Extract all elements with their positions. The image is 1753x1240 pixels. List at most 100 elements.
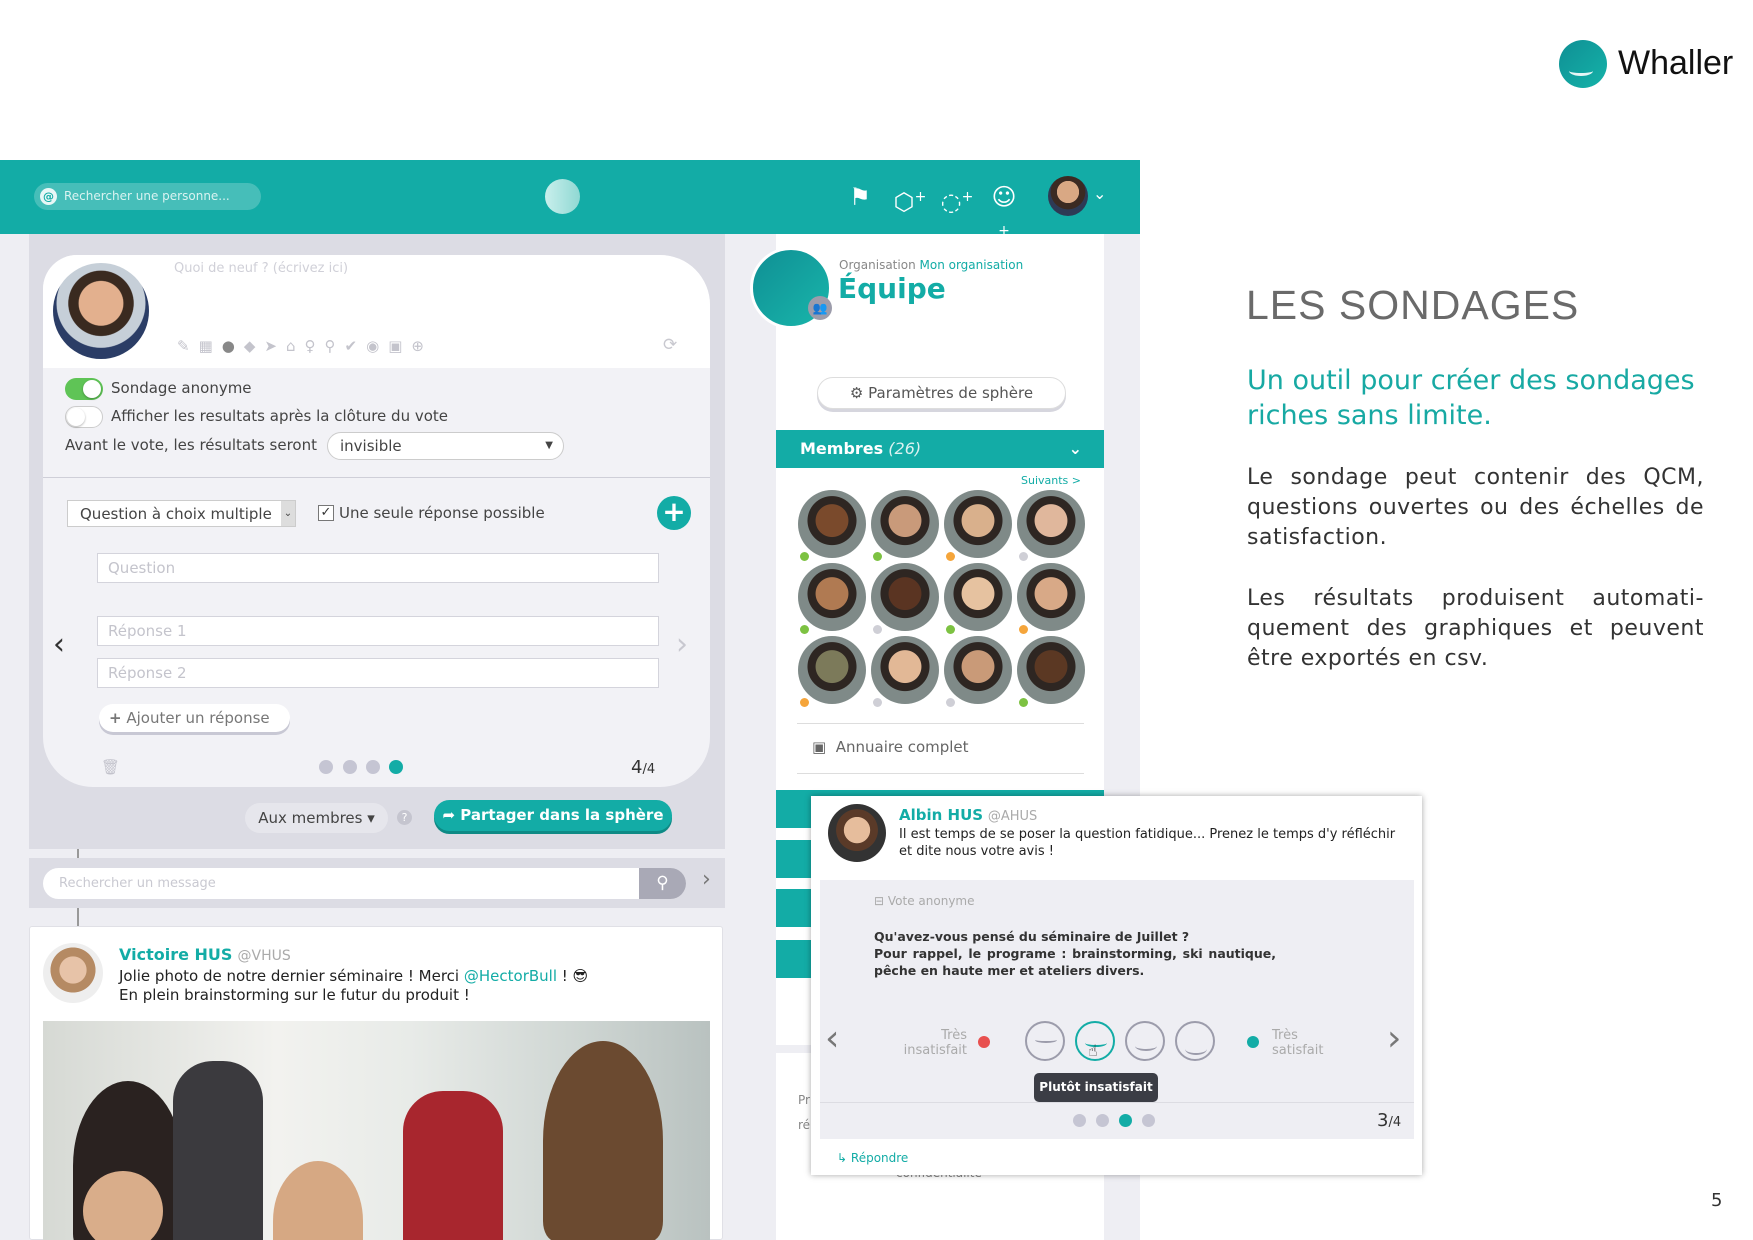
- satisfaction-face-icon[interactable]: [1175, 1021, 1215, 1061]
- page-current: 4: [631, 757, 643, 778]
- low-indicator-dot: [978, 1036, 990, 1048]
- message-search-input[interactable]: Rechercher un message ⚲: [43, 868, 686, 899]
- mention-link[interactable]: @HectorBull: [464, 967, 557, 985]
- page-dot[interactable]: [1096, 1114, 1109, 1127]
- member-avatar[interactable]: [1017, 563, 1085, 631]
- add-sphere-icon[interactable]: ⬡+: [893, 180, 927, 216]
- member-avatar[interactable]: [798, 490, 866, 558]
- chevron-left-icon[interactable]: ‹: [825, 1018, 839, 1059]
- presence-status-dot: [1019, 698, 1028, 707]
- question-input[interactable]: Question: [97, 553, 659, 583]
- member-avatar[interactable]: [798, 636, 866, 704]
- search-icon[interactable]: ⚲: [639, 868, 686, 899]
- markdown-icon[interactable]: ▣: [388, 337, 402, 355]
- member-avatar[interactable]: [871, 563, 939, 631]
- member-avatar[interactable]: [1017, 636, 1085, 704]
- directory-link[interactable]: ▣ Annuaire complet: [812, 738, 969, 756]
- trash-icon[interactable]: 🗑: [101, 758, 120, 776]
- chevron-down-icon[interactable]: ⌄: [1069, 430, 1082, 468]
- lower-card-text: ré: [798, 1118, 811, 1132]
- show-results-toggle[interactable]: [65, 406, 103, 428]
- post-text-line: En plein brainstorming sur le futur du p…: [119, 986, 470, 1004]
- audience-select[interactable]: Aux membres ▾: [245, 803, 388, 833]
- sphere-settings-button[interactable]: ⚙ Paramètres de sphère: [817, 377, 1066, 409]
- org-link[interactable]: Mon organisation: [920, 258, 1024, 272]
- answer-1-input[interactable]: Réponse 1: [97, 616, 659, 646]
- boxes-button[interactable]: [776, 889, 812, 927]
- member-avatar[interactable]: [1017, 490, 1085, 558]
- before-vote-label: Avant le vote, les résultats seront: [65, 436, 317, 454]
- add-conversation-icon[interactable]: ◌+: [940, 180, 974, 216]
- page-dot[interactable]: [1142, 1114, 1155, 1127]
- satisfaction-face-icon[interactable]: [1125, 1021, 1165, 1061]
- post-photo[interactable]: [43, 1021, 710, 1240]
- page-dot-active[interactable]: [1119, 1114, 1132, 1127]
- documents-button[interactable]: [776, 790, 812, 828]
- member-avatar[interactable]: [798, 563, 866, 631]
- member-avatar[interactable]: [871, 636, 939, 704]
- composer-placeholder: Quoi de neuf ? (écrivez ici): [174, 261, 349, 276]
- eye-icon[interactable]: ◉: [366, 337, 379, 355]
- share-button[interactable]: ➦ Partager dans la sphère: [434, 800, 672, 831]
- satisfaction-face-icon[interactable]: [1025, 1021, 1065, 1061]
- member-avatar[interactable]: [944, 490, 1012, 558]
- page-dot[interactable]: [343, 760, 357, 774]
- person-search-input[interactable]: @ Rechercher une personne...: [34, 183, 261, 210]
- poll-author-avatar[interactable]: [828, 804, 886, 862]
- member-avatar[interactable]: [944, 636, 1012, 704]
- calendar-icon[interactable]: ▦: [199, 337, 213, 355]
- page-total: /4: [642, 762, 656, 777]
- next-members-link[interactable]: Suivants >: [1021, 474, 1081, 487]
- calendar-button[interactable]: [776, 840, 812, 878]
- author-name[interactable]: Victoire HUS: [119, 945, 232, 964]
- home-icon[interactable]: ⌂: [286, 337, 296, 355]
- left-margin-bg: [0, 234, 29, 1240]
- tag-icon[interactable]: ◆: [244, 337, 256, 355]
- single-answer-checkbox[interactable]: ✓: [318, 505, 334, 521]
- add-question-button[interactable]: +: [657, 496, 691, 530]
- question-type-select[interactable]: Question à choix multiple ⌄: [67, 500, 296, 527]
- search-placeholder: Rechercher une personne...: [64, 189, 230, 203]
- presence-status-dot: [800, 698, 809, 707]
- bulb-icon[interactable]: ♀: [305, 337, 316, 355]
- at-icon: @: [40, 188, 57, 205]
- flag-icon[interactable]: ⚑: [843, 180, 877, 214]
- share-icon: ➦: [442, 806, 456, 824]
- member-avatar[interactable]: [944, 563, 1012, 631]
- add-answer-button[interactable]: + Ajouter un réponse: [99, 704, 290, 732]
- plus-circle-icon[interactable]: ⊕: [411, 337, 424, 355]
- chevron-right-icon[interactable]: ›: [676, 627, 688, 662]
- gears-icon: ⚙: [849, 384, 864, 402]
- chevron-left-icon[interactable]: ‹: [53, 627, 65, 662]
- post-author-avatar[interactable]: [43, 943, 103, 1003]
- page-dot[interactable]: [1073, 1114, 1086, 1127]
- member-avatar[interactable]: [871, 490, 939, 558]
- add-person-icon[interactable]: ☺+: [987, 180, 1021, 239]
- location-icon[interactable]: ⚲: [325, 337, 336, 355]
- results-visibility-select[interactable]: invisible ▼: [327, 432, 564, 460]
- send-icon[interactable]: ➤: [264, 337, 277, 355]
- refresh-icon[interactable]: ⟳: [663, 335, 677, 355]
- page-dot-active[interactable]: [389, 760, 403, 774]
- home-logo-icon[interactable]: [545, 179, 580, 214]
- members-header[interactable]: Membres (26) ⌄: [776, 430, 1104, 468]
- caret-down-icon: ⌄: [281, 501, 295, 526]
- answer-2-input[interactable]: Réponse 2: [97, 658, 659, 688]
- page-dot[interactable]: [366, 760, 380, 774]
- presence-status-dot: [946, 698, 955, 707]
- anonymous-toggle[interactable]: [65, 378, 103, 400]
- chevron-right-icon[interactable]: ›: [1387, 1018, 1401, 1059]
- poll-icon[interactable]: ●: [222, 337, 235, 355]
- paperclip-icon[interactable]: ✎: [177, 337, 190, 355]
- chat-button[interactable]: [776, 940, 812, 978]
- members-grid: [790, 490, 1090, 720]
- reply-arrow-icon: ↳: [837, 1151, 848, 1165]
- chevron-down-icon[interactable]: ⌄: [1093, 184, 1106, 203]
- author-name[interactable]: Albin HUS: [899, 806, 983, 824]
- page-dot[interactable]: [319, 760, 333, 774]
- reply-link[interactable]: ↳ Répondre: [837, 1151, 908, 1165]
- help-icon[interactable]: ?: [397, 810, 412, 825]
- chevron-right-icon[interactable]: ›: [702, 867, 711, 892]
- check-icon[interactable]: ✔: [345, 337, 358, 355]
- user-avatar[interactable]: [1048, 176, 1088, 216]
